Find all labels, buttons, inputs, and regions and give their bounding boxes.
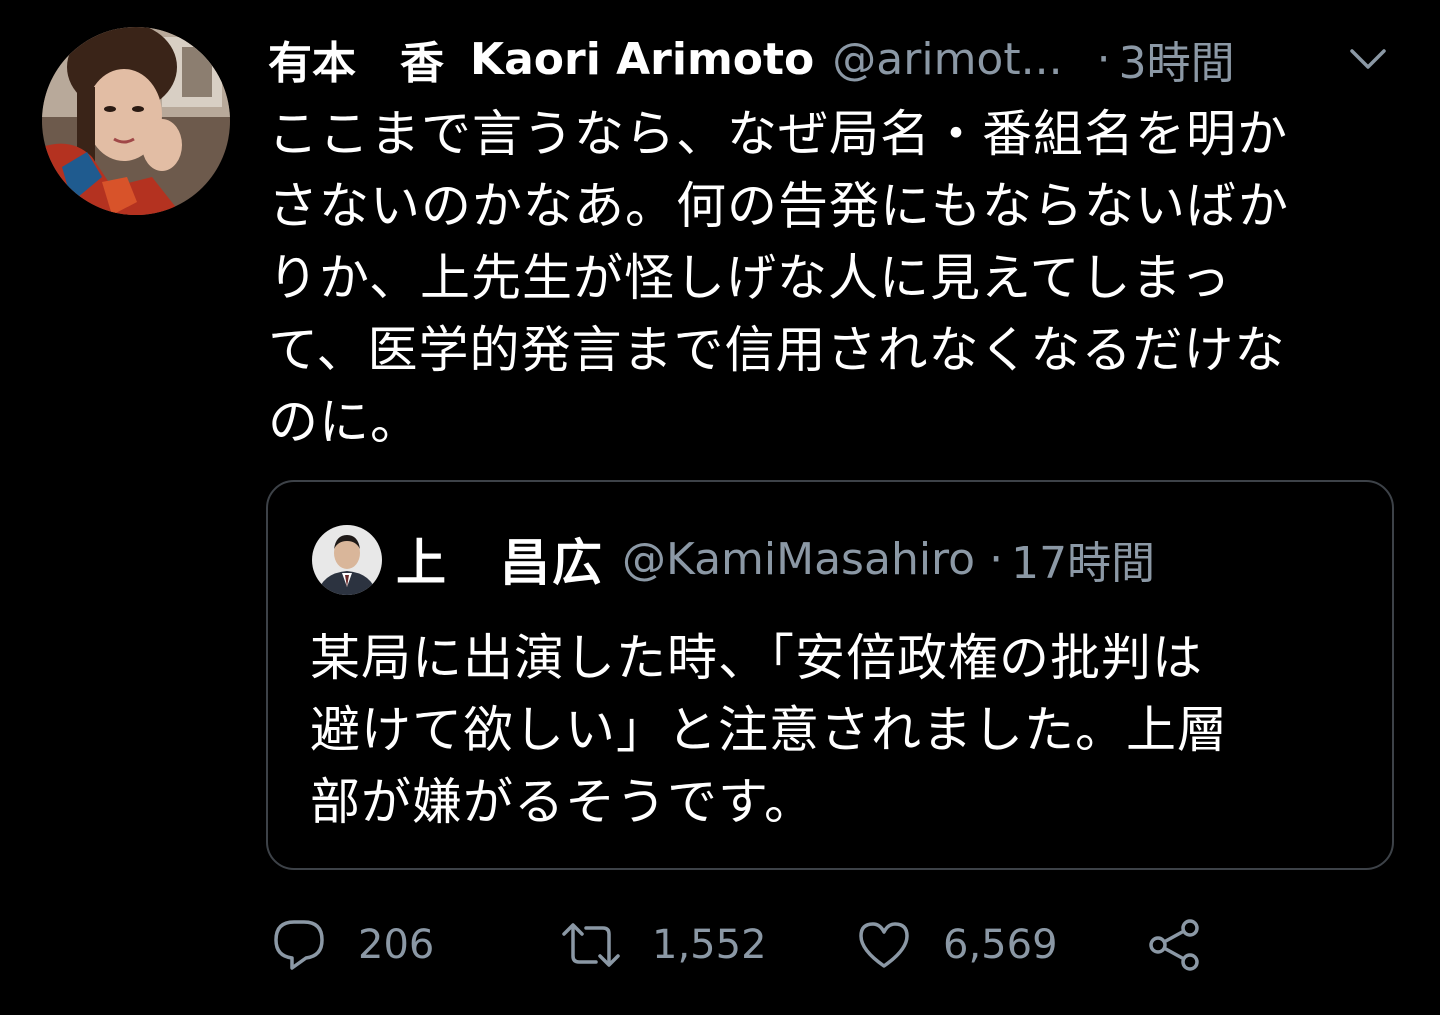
author-display-name-en[interactable]: Kaori Arimoto xyxy=(470,34,814,85)
author-handle[interactable]: @arimot... xyxy=(832,34,1062,85)
reply-count: 206 xyxy=(358,922,435,968)
separator-dot: · xyxy=(989,533,1004,585)
separator-dot: · xyxy=(1096,33,1111,85)
tweet-action-bar: 206 1,552 6,569 xyxy=(268,910,1268,980)
quoted-tweet-card[interactable]: 上 昌広 @KamiMasahiro · 17時間 某局に出演した時、「安倍政権… xyxy=(266,480,1394,870)
tweet-text-line: ここまで言うなら、なぜ局名・番組名を明か xyxy=(268,105,1288,163)
quoted-tweet-header: 上 昌広 @KamiMasahiro · 17時間 xyxy=(396,524,1155,594)
quoted-avatar[interactable] xyxy=(312,525,382,595)
tweet-timestamp[interactable]: 3時間 xyxy=(1119,27,1235,91)
reply-button[interactable]: 206 xyxy=(268,910,434,980)
tweet-text-line: て、医学的発言まで信用されなくなるだけな xyxy=(268,321,1286,379)
quoted-tweet-text: 某局に出演した時、「安倍政権の批判は 避けて欲しい」と注意されました。上層 部が… xyxy=(310,622,1350,838)
quoted-text-line: 部が嫌がるそうです。 xyxy=(310,773,815,831)
retweet-button[interactable]: 1,552 xyxy=(558,910,767,980)
tweet-header: 有本 香 Kaori Arimoto @arimot... · 3時間 xyxy=(268,24,1418,94)
quoted-author-handle[interactable]: @KamiMasahiro xyxy=(622,534,975,585)
tweet-text: ここまで言うなら、なぜ局名・番組名を明か さないのかなあ。何の告発にもならないば… xyxy=(268,98,1408,458)
chevron-down-icon[interactable] xyxy=(1344,42,1392,76)
reply-icon[interactable] xyxy=(268,914,330,976)
retweet-icon[interactable] xyxy=(558,914,624,976)
tweet-text-line: さないのかなあ。何の告発にもならないばか xyxy=(268,177,1289,235)
retweet-count: 1,552 xyxy=(652,922,767,968)
avatar[interactable] xyxy=(42,27,230,215)
like-count: 6,569 xyxy=(943,922,1058,968)
author-display-name[interactable]: 有本 香 xyxy=(268,27,444,91)
share-icon[interactable] xyxy=(1144,914,1206,976)
like-button[interactable]: 6,569 xyxy=(853,910,1058,980)
quoted-author-display-name[interactable]: 上 昌広 xyxy=(396,523,604,595)
quoted-text-line: 某局に出演した時、「安倍政権の批判は xyxy=(310,629,1203,687)
tweet-text-line: りか、上先生が怪しげな人に見えてしまっ xyxy=(268,249,1232,307)
like-icon[interactable] xyxy=(853,914,915,976)
share-button[interactable] xyxy=(1144,910,1206,980)
tweet-text-line: のに。 xyxy=(268,393,421,451)
quoted-tweet-timestamp[interactable]: 17時間 xyxy=(1011,527,1155,591)
quoted-text-line: 避けて欲しい」と注意されました。上層 xyxy=(310,701,1228,759)
